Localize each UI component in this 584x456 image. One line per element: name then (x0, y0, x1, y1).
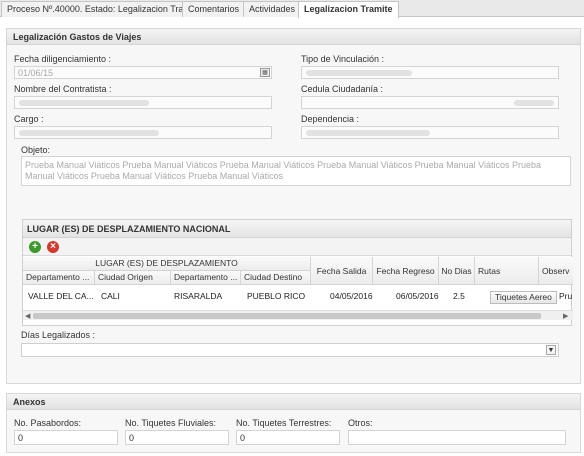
col-rutas[interactable]: Rutas (475, 257, 539, 285)
cell-no-dias: 2.5 (453, 291, 465, 301)
cell-dep-origen: VALLE DEL CA... (28, 291, 94, 301)
nombre-contratista-field (14, 96, 272, 109)
chevron-down-icon[interactable]: ▼ (546, 345, 556, 355)
calendar-icon[interactable]: ▦ (260, 68, 270, 77)
cell-ciudad-origen: CALI (101, 291, 120, 301)
scroll-left-icon[interactable]: ◀ (25, 312, 30, 320)
pasabordos-value: 0 (18, 433, 24, 443)
anexos-panel-title: Anexos (7, 394, 580, 410)
cell-dep-destino: RISARALDA (174, 291, 223, 301)
fluviales-label: No. Tiquetes Fluviales: (125, 418, 217, 428)
col-dep-destino[interactable]: Departamento ... (171, 271, 241, 285)
col-observ[interactable]: Observ (539, 257, 573, 285)
tab-bar: Proceso Nº.40000. Estado: Legalizacion T… (0, 0, 584, 18)
tab-comentarios[interactable]: Comentarios (182, 1, 246, 17)
dependencia-field (301, 126, 559, 139)
cedula-field (301, 96, 559, 109)
lugares-grid: LUGAR (ES) DE DESPLAZAMIENTO NACIONAL + … (22, 219, 573, 326)
scroll-thumb[interactable] (33, 313, 541, 319)
col-dep-origen[interactable]: Departamento ... (23, 271, 95, 285)
otros-label: Otros: (348, 418, 373, 428)
tipo-vinculacion-label: Tipo de Vinculación : (301, 54, 385, 64)
col-no-dias[interactable]: No Dias (439, 257, 475, 285)
group-header: LUGAR (ES) DE DESPLAZAMIENTO (23, 257, 311, 271)
fecha-label: Fecha diligenciamiento : (14, 54, 112, 64)
terrestres-value: 0 (240, 433, 246, 443)
horizontal-scrollbar[interactable]: ◀ ▶ (23, 310, 573, 320)
fecha-value: 01/06/15 (18, 68, 54, 78)
terrestres-input[interactable]: 0 (236, 430, 340, 445)
col-fecha-salida[interactable]: Fecha Salida (311, 257, 373, 285)
objeto-label: Objeto: (21, 145, 51, 155)
fecha-field[interactable]: 01/06/15 ▦ (14, 66, 272, 79)
tab-legalizacion-tramite[interactable]: Legalizacion Tramite (298, 1, 399, 18)
lugares-grid-title: LUGAR (ES) DE DESPLAZAMIENTO NACIONAL (23, 220, 571, 238)
dias-legalizados-label: Días Legalizados : (21, 330, 96, 340)
pasabordos-input[interactable]: 0 (14, 430, 118, 445)
col-ciudad-origen[interactable]: Ciudad Origen (95, 271, 171, 285)
otros-input[interactable] (348, 430, 566, 445)
dependencia-label: Dependencia : (301, 114, 360, 124)
grid-toolbar: + × (23, 238, 571, 256)
rutas-button[interactable]: Tiquetes Aereo (490, 291, 557, 304)
scroll-right-icon[interactable]: ▶ (563, 312, 568, 320)
cedula-label: Cedula Ciudadanía : (301, 84, 384, 94)
cell-observ: Pru (559, 291, 573, 301)
cell-fecha-regreso: 06/05/2016 (396, 291, 439, 301)
tab-actividades[interactable]: Actividades (243, 1, 302, 17)
pasabordos-label: No. Pasabordos: (14, 418, 82, 428)
col-fecha-regreso[interactable]: Fecha Regreso (373, 257, 439, 285)
cell-ciudad-destino: PUEBLO RICO (247, 291, 306, 301)
add-icon[interactable]: + (29, 241, 41, 253)
tab-proceso[interactable]: Proceso Nº.40000. Estado: Legalizacion T… (1, 1, 207, 17)
viajes-panel-title: Legalización Gastos de Viajes (7, 29, 580, 45)
cell-fecha-salida: 04/05/2016 (330, 291, 373, 301)
objeto-textarea[interactable]: Prueba Manual Viáticos Prueba Manual Viá… (21, 156, 571, 186)
fluviales-input[interactable]: 0 (125, 430, 229, 445)
nombre-contratista-label: Nombre del Contratista : (14, 84, 112, 94)
cargo-field (14, 126, 272, 139)
dias-legalizados-select[interactable]: ▼ (21, 343, 559, 357)
cargo-label: Cargo : (14, 114, 44, 124)
delete-icon[interactable]: × (47, 241, 59, 253)
col-ciudad-destino[interactable]: Ciudad Destino (241, 271, 311, 285)
tipo-vinculacion-field (301, 66, 559, 79)
terrestres-label: No. Tiquetes Terrestres: (236, 418, 332, 428)
fluviales-value: 0 (129, 433, 135, 443)
